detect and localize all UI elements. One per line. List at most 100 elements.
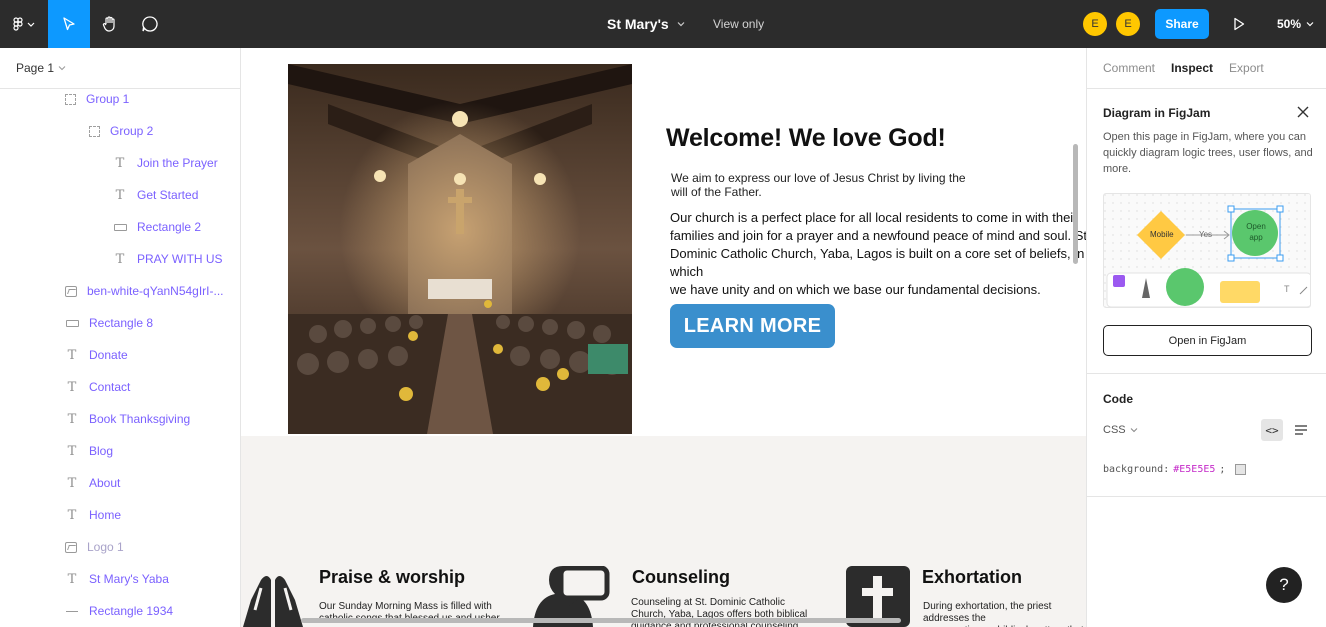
- church-description: Our church is a perfect place for all lo…: [670, 210, 1086, 297]
- canvas-vertical-scrollbar[interactable]: [1073, 144, 1078, 264]
- move-tool-button[interactable]: [48, 0, 90, 48]
- figjam-preview: T Mobile Yes Open app: [1103, 193, 1311, 308]
- color-swatch: [1235, 464, 1247, 475]
- layer-item[interactable]: T Blog: [65, 435, 113, 467]
- layer-item[interactable]: T About: [65, 467, 121, 499]
- layer-item[interactable]: T St Mary's Yaba: [65, 563, 169, 595]
- figma-menu-button[interactable]: [0, 0, 48, 48]
- inspect-panel: Comment Inspect Export Diagram in FigJam…: [1086, 48, 1326, 627]
- line-icon: [65, 604, 79, 618]
- learn-more-button[interactable]: LEARN MORE: [670, 304, 835, 348]
- chevron-down-icon: [58, 66, 66, 71]
- code-language-dropdown[interactable]: CSS: [1103, 424, 1138, 436]
- share-button[interactable]: Share: [1155, 9, 1209, 39]
- service-text: During exhortation, the priest addresses…: [923, 601, 1084, 627]
- file-title: St Mary's: [607, 16, 669, 32]
- open-in-figjam-button[interactable]: Open in FigJam: [1103, 325, 1312, 356]
- hand-icon: [102, 16, 115, 32]
- church-interior-photo: [288, 64, 632, 434]
- layer-label: Rectangle 8: [89, 316, 154, 330]
- preview-yes-label: Yes: [1199, 230, 1213, 239]
- css-value[interactable]: #E5E5E5: [1173, 464, 1215, 475]
- layer-label: Rectangle 2: [137, 220, 202, 234]
- layer-item[interactable]: Group 2: [89, 115, 153, 147]
- layer-item[interactable]: T Home: [65, 499, 121, 531]
- text-icon: T: [67, 571, 77, 587]
- layer-item[interactable]: T Book Thanksgiving: [65, 403, 191, 435]
- tab-comment[interactable]: Comment: [1103, 61, 1155, 75]
- tab-export[interactable]: Export: [1229, 61, 1264, 75]
- code-view-icon[interactable]: <>: [1261, 419, 1283, 441]
- list-view-icon[interactable]: [1290, 419, 1312, 441]
- layer-item[interactable]: Rectangle 2: [113, 211, 201, 243]
- text-icon: T: [67, 507, 77, 523]
- text-icon: T: [115, 187, 125, 203]
- layer-item[interactable]: T Donate: [65, 339, 128, 371]
- divider: [1087, 373, 1326, 374]
- svg-text:T: T: [1284, 284, 1290, 294]
- layer-item[interactable]: Group 1: [65, 83, 129, 115]
- layer-label: Book Thanksgiving: [89, 412, 191, 426]
- layer-label: Logo 1: [87, 540, 124, 554]
- comment-tool-button[interactable]: [130, 0, 170, 48]
- tab-inspect[interactable]: Inspect: [1171, 61, 1213, 75]
- layer-label: Get Started: [137, 188, 199, 202]
- figjam-diagram-illustration: T: [1104, 194, 1310, 307]
- chevron-down-icon: [677, 22, 685, 27]
- layer-label: Home: [89, 508, 122, 522]
- layer-item[interactable]: Rectangle 8: [65, 307, 153, 339]
- layer-label: St Mary's Yaba: [89, 572, 169, 586]
- service-title: Exhortation: [922, 567, 1023, 587]
- css-code-line: background: #E5E5E5;: [1103, 464, 1247, 475]
- preview-mobile-label: Mobile: [1150, 230, 1174, 239]
- zoom-dropdown[interactable]: 50%: [1277, 0, 1314, 48]
- text-icon: T: [115, 155, 125, 171]
- design-canvas[interactable]: Welcome! We love God! We aim to express …: [241, 48, 1086, 627]
- hand-tool-button[interactable]: [90, 0, 130, 48]
- file-title-dropdown[interactable]: St Mary's: [607, 0, 685, 48]
- css-property: background:: [1103, 464, 1170, 475]
- toolbar: St Mary's View only E E Share 50%: [0, 0, 1326, 48]
- layer-label: Blog: [89, 444, 114, 458]
- layer-item[interactable]: ben-white-qYanN54gIrI-...: [65, 275, 224, 307]
- canvas-horizontal-scrollbar[interactable]: [301, 618, 901, 623]
- text-icon: T: [67, 411, 77, 427]
- zoom-level: 50%: [1277, 17, 1302, 31]
- layer-item[interactable]: T Get Started: [113, 179, 199, 211]
- present-button[interactable]: [1226, 0, 1252, 48]
- text-icon: T: [115, 251, 125, 267]
- comment-icon: [142, 16, 158, 32]
- service-title: Counseling: [632, 567, 730, 587]
- layer-item[interactable]: T Join the Prayer: [113, 147, 218, 179]
- service-title: Praise & worship: [319, 567, 466, 587]
- layers-panel: Page 1 Group 1 Group 2 T Join the Prayer…: [0, 48, 241, 627]
- help-button[interactable]: ?: [1266, 567, 1302, 603]
- layer-label: ben-white-qYanN54gIrI-...: [87, 284, 224, 298]
- close-icon[interactable]: [1295, 104, 1311, 120]
- page-name: Page 1: [16, 61, 55, 75]
- layer-item[interactable]: T PRAY WITH US: [113, 243, 223, 275]
- code-language: CSS: [1103, 424, 1126, 436]
- inspect-tabs: Comment Inspect Export: [1087, 48, 1326, 89]
- code-heading: Code: [1103, 392, 1133, 406]
- aim-text: We aim to express our love of Jesus Chri…: [671, 171, 966, 199]
- layer-label: About: [89, 476, 121, 490]
- avatar[interactable]: E: [1116, 12, 1140, 36]
- layer-item[interactable]: Rectangle 1934: [65, 595, 173, 627]
- play-icon: [1234, 17, 1245, 31]
- figma-logo-icon: [13, 17, 35, 31]
- avatar[interactable]: E: [1083, 12, 1107, 36]
- layer-label: PRAY WITH US: [137, 252, 223, 266]
- praying-hands-icon: [243, 576, 303, 627]
- layer-item[interactable]: T Contact: [65, 371, 131, 403]
- layer-label: Donate: [89, 348, 128, 362]
- layer-item[interactable]: Logo 1: [65, 531, 124, 563]
- layer-label: Group 2: [110, 124, 154, 138]
- layer-label: Rectangle 1934: [89, 604, 174, 618]
- rectangle-icon: [65, 316, 79, 330]
- services-section: Praise & worship Our Sunday Morning Mass…: [241, 436, 1086, 627]
- divider: [1087, 496, 1326, 497]
- figjam-title: Diagram in FigJam: [1103, 106, 1211, 120]
- church-photo-illustration: [288, 64, 632, 434]
- image-icon: [65, 285, 77, 297]
